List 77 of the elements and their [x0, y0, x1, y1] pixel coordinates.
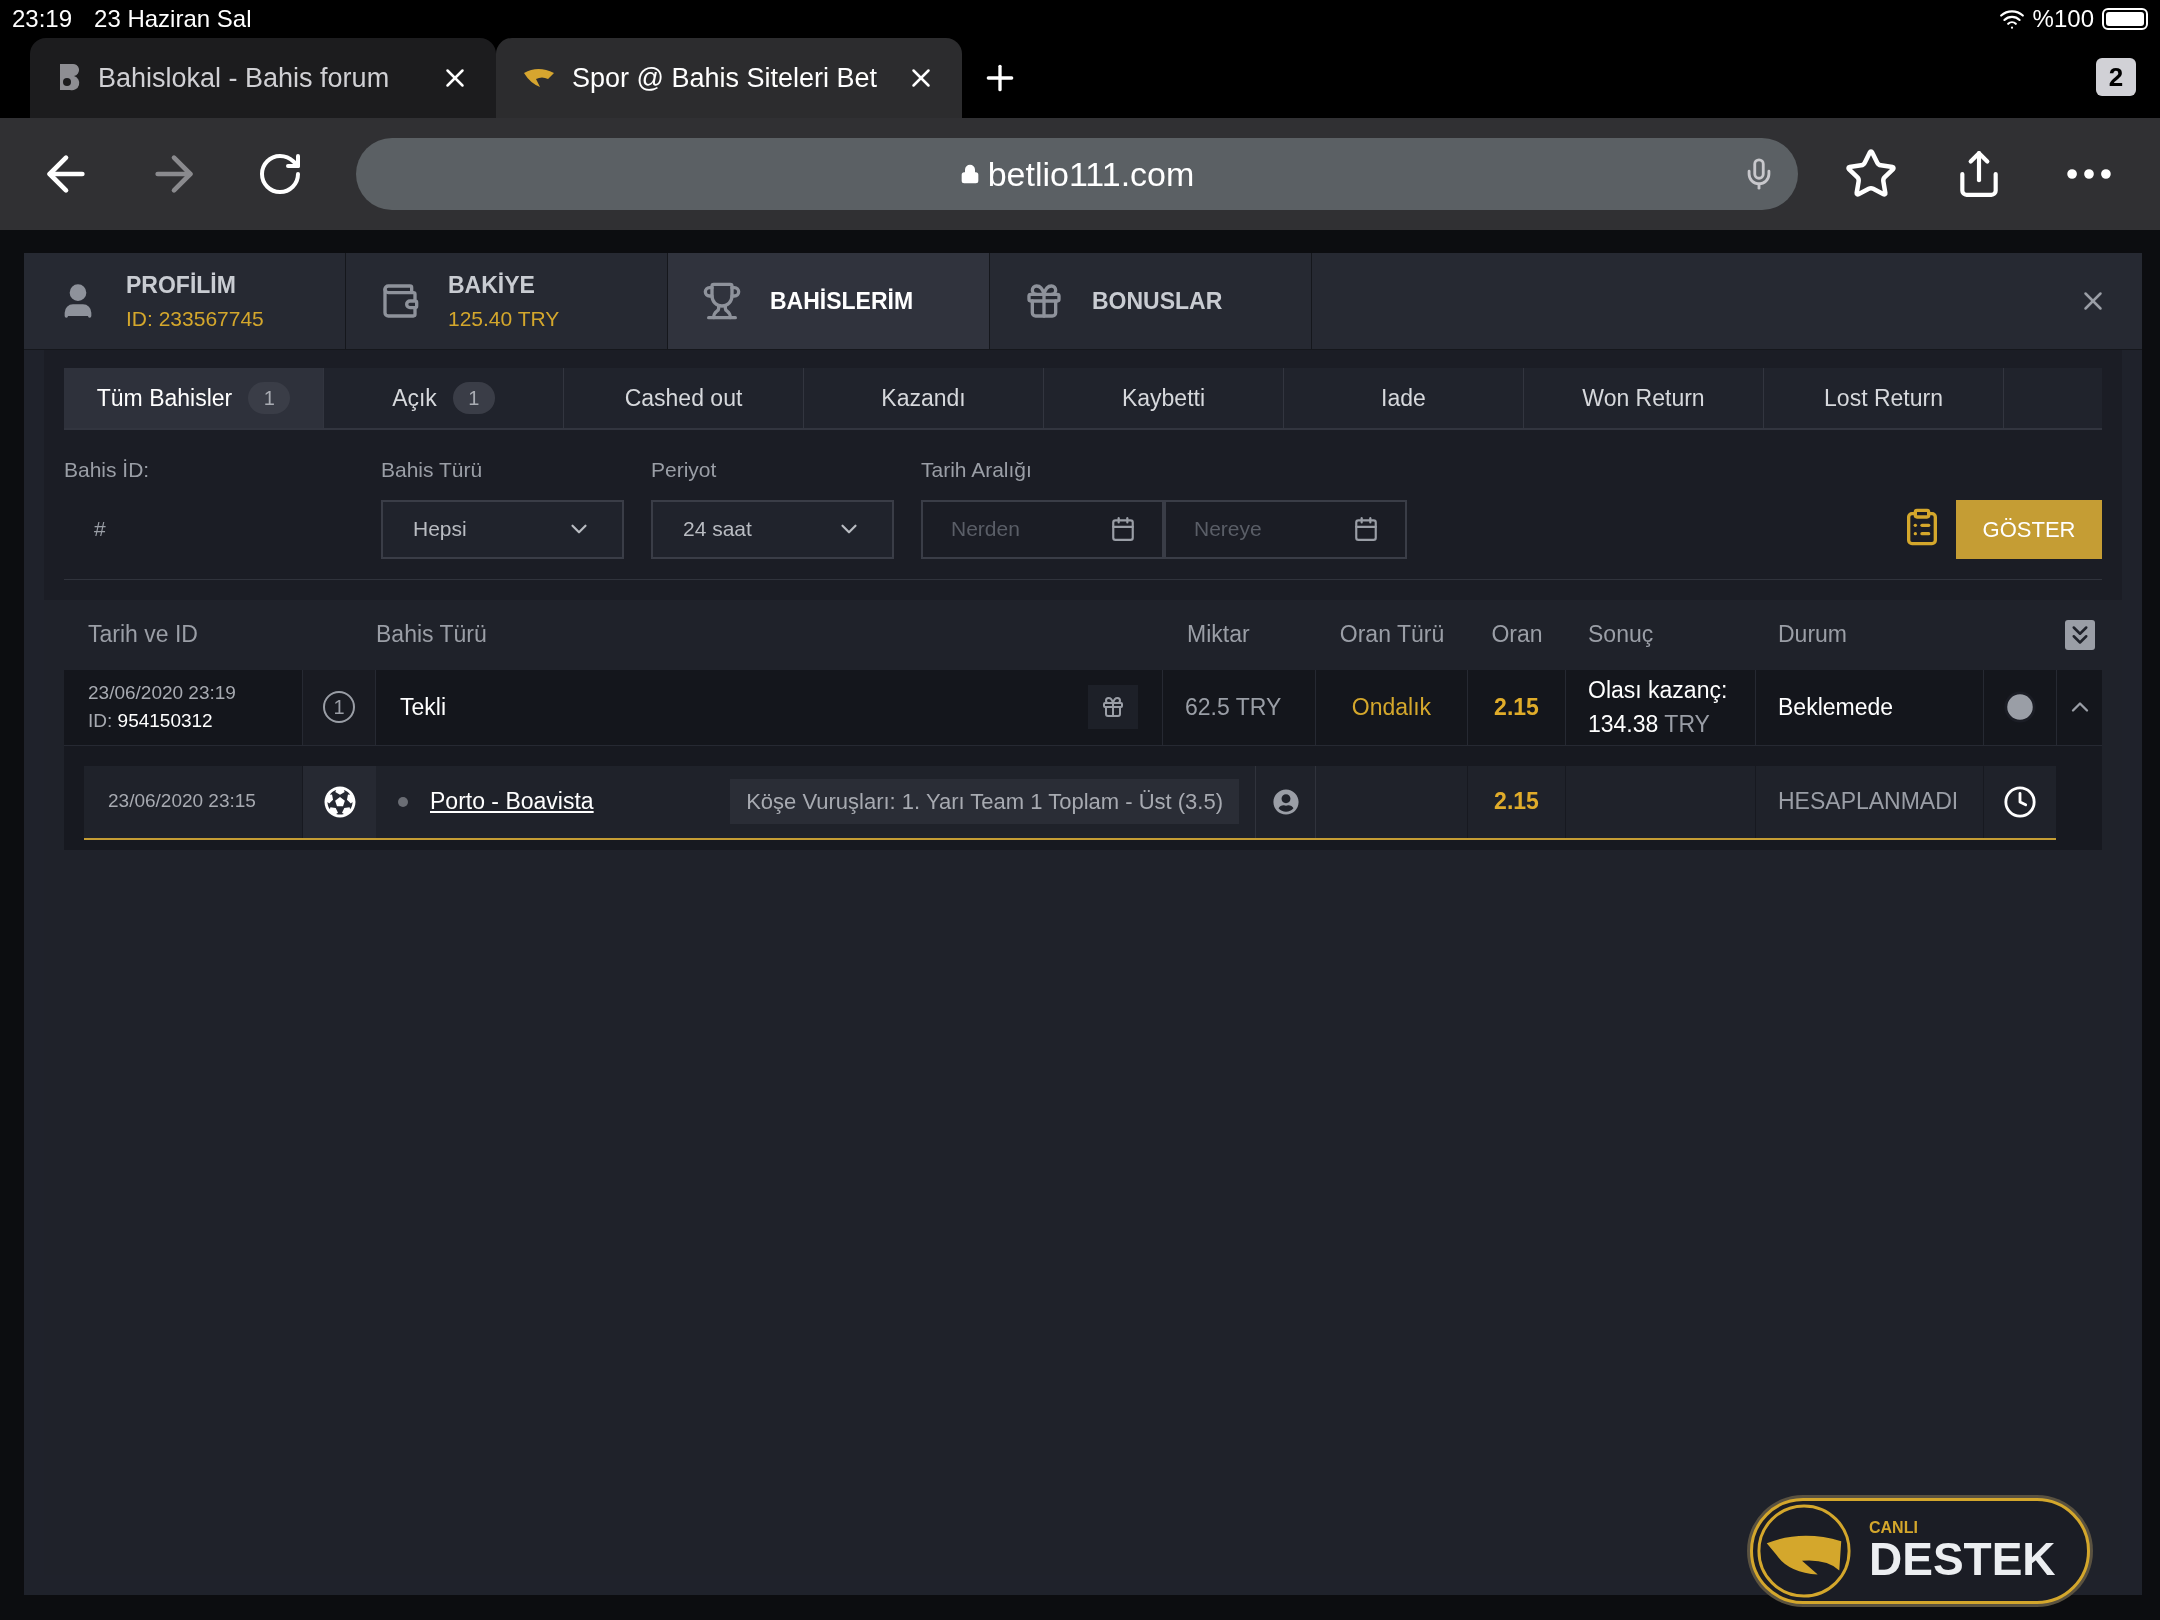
lock-icon	[959, 164, 980, 184]
filter-tab[interactable]: Won Return	[1524, 368, 1764, 428]
tab-subtitle: 125.40 TRY	[448, 305, 560, 332]
account-tab[interactable]: BONUSLAR	[990, 253, 1312, 349]
browser-tab[interactable]: Bahislokal - Bahis forum	[30, 38, 496, 118]
gift-icon	[1024, 281, 1064, 321]
address-bar[interactable]: betlio111.com	[356, 138, 1798, 210]
filter-tab[interactable]: Tüm Bahisler 1	[64, 368, 324, 428]
gift-icon	[1101, 695, 1125, 719]
calendar-icon[interactable]	[1110, 515, 1136, 542]
filter-tab[interactable]: Kaybetti	[1044, 368, 1284, 428]
wing-favicon	[522, 67, 556, 89]
result-label: Olası kazanç:	[1588, 675, 1729, 705]
battery-icon	[2102, 8, 2148, 30]
column-header: Tarih ve ID	[87, 620, 199, 650]
tab-title: BAHİSLERİM	[770, 286, 914, 316]
filter-tab[interactable]: Cashed out	[564, 368, 804, 428]
tab-count-badge[interactable]: 2	[2096, 58, 2136, 96]
date-field[interactable]: Nerden	[921, 499, 1164, 559]
bet-type: Tekli	[400, 692, 447, 722]
bet-status: Beklemede	[1778, 692, 1894, 722]
bet-date: 23/06/2020 23:19	[88, 680, 237, 705]
column-header: Miktar	[1186, 620, 1251, 650]
bet-type-select[interactable]: Hepsi	[381, 499, 624, 559]
support-label-small: CANLI	[1869, 1520, 1919, 1536]
single-bet-icon: 1	[323, 691, 355, 723]
count-badge: 1	[452, 382, 495, 414]
field-label: Bahis İD:	[64, 457, 151, 483]
person-icon	[1272, 788, 1299, 815]
field-label: Bahis Türü	[381, 457, 484, 483]
calendar-icon[interactable]	[1353, 515, 1379, 542]
field-label: Periyot	[651, 457, 718, 483]
column-header: Durum	[1777, 620, 1848, 650]
live-support-button[interactable]: CANLI DESTEK	[1750, 1498, 2090, 1604]
field-label: Tarih Aralığı	[921, 457, 1033, 483]
filter-tab[interactable]: Iade	[1284, 368, 1524, 428]
column-header: Bahis Türü	[376, 620, 488, 650]
odds-value: 2.15	[1494, 692, 1539, 722]
support-label: DESTEK	[1869, 1536, 2056, 1582]
tab-title: Spor @ Bahis Siteleri Bet	[572, 61, 879, 95]
column-header: Oran	[1490, 620, 1544, 650]
odds-value: 2.15	[1494, 787, 1539, 817]
browser-tab[interactable]: Spor @ Bahis Siteleri Bet	[496, 38, 962, 118]
tab-title: BAKİYE	[448, 271, 536, 300]
bonus-button[interactable]	[1088, 685, 1138, 729]
bet-amount: 62.5 TRY	[1185, 692, 1282, 722]
status-time: 23:19	[12, 4, 73, 34]
period-select[interactable]: 24 saat	[651, 499, 894, 559]
account-tab[interactable]: BAHİSLERİM	[668, 253, 990, 349]
date-field[interactable]: Nereye	[1164, 499, 1407, 559]
battery-percent: %100	[2032, 4, 2094, 34]
odds-type: Ondalık	[1351, 692, 1432, 722]
tab-subtitle: ID: 233567745	[126, 305, 264, 332]
wallet-icon	[380, 281, 420, 321]
bet-row[interactable]: 23/06/2020 23:19 ID: 954150312 1 Tekli 62.5 TRY Ondalık 2.15 Olası kazanç: 134.38 TRY Beklemede	[64, 669, 2102, 745]
bet-id: ID: 954150312	[88, 709, 214, 733]
filter-tab[interactable]: Açık 1	[324, 368, 564, 428]
url-text: betlio111.com	[987, 153, 1195, 195]
event-link[interactable]: Porto - Boavista	[430, 784, 594, 819]
tab-title: BONUSLAR	[1092, 286, 1223, 316]
tab-title: PROFİLİM	[126, 271, 237, 300]
expand-all-icon[interactable]	[2064, 619, 2095, 650]
account-tab[interactable]: PROFİLİM ID: 233567745	[24, 253, 346, 349]
selection-date: 23/06/2020 23:15	[108, 789, 256, 814]
wing-logo-icon	[1755, 1502, 1853, 1600]
column-header: Oran Türü	[1338, 620, 1446, 650]
column-header: Sonuç	[1587, 620, 1655, 650]
status-date: 23 Haziran Sal	[94, 4, 252, 34]
count-badge: 1	[248, 382, 291, 414]
trophy-icon	[702, 281, 742, 321]
filter-tab[interactable]: Lost Return	[1764, 368, 2004, 428]
filter-tab[interactable]: Kazandı	[804, 368, 1044, 428]
market-label: Köşe Vuruşları: 1. Yarı Team 1 Toplam - Üst (3.5)	[730, 779, 1239, 824]
result-amount: 134.38 TRY	[1588, 710, 1711, 739]
bet-id-field[interactable]: #	[64, 499, 344, 559]
tab-title: Bahislokal - Bahis forum	[98, 61, 391, 95]
selection-status: HESAPLANMADI	[1778, 787, 1959, 817]
